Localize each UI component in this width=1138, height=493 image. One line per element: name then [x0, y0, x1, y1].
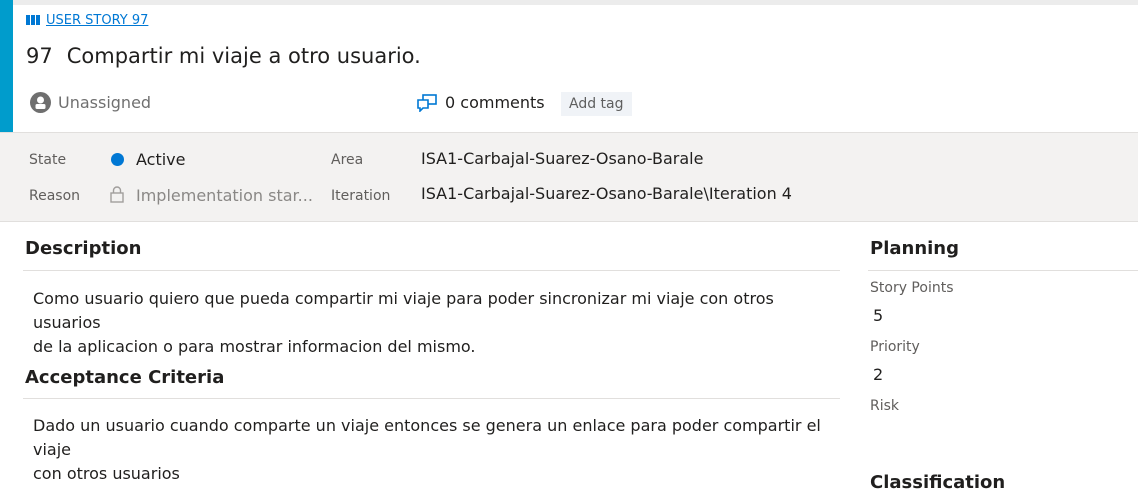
work-item-color-bar — [0, 0, 13, 132]
state-dropdown[interactable]: Active — [136, 150, 186, 169]
assigned-to-field[interactable]: Unassigned — [30, 92, 151, 113]
add-tag-button[interactable]: Add tag — [561, 92, 632, 116]
work-item-type-link[interactable]: USER STORY 97 — [46, 13, 148, 28]
lock-icon — [110, 186, 124, 203]
work-item-type-row: USER STORY 97 — [26, 11, 148, 29]
priority-label: Priority — [870, 339, 920, 355]
acceptance-divider — [23, 398, 840, 399]
story-points-field[interactable]: 5 — [873, 306, 883, 325]
risk-label: Risk — [870, 398, 900, 414]
description-heading: Description — [25, 238, 142, 259]
book-icon — [26, 15, 40, 25]
priority-field[interactable]: 2 — [873, 365, 883, 384]
description-line: Como usuario quiero que pueda compartir … — [33, 289, 774, 332]
user-avatar-icon — [30, 92, 51, 113]
assigned-to-value: Unassigned — [58, 93, 152, 112]
iteration-field[interactable]: ISA1-Carbajal-Suarez-Osano-Barale\Iterat… — [421, 184, 792, 203]
acceptance-line: con otros usuarios — [33, 464, 180, 483]
planning-heading: Planning — [870, 238, 960, 259]
description-field[interactable]: Como usuario quiero que pueda compartir … — [33, 287, 833, 359]
area-field[interactable]: ISA1-Carbajal-Suarez-Osano-Barale — [421, 149, 703, 168]
work-item-title[interactable]: 97 Compartir mi viaje a otro usuario. — [26, 44, 421, 68]
background-window-edge — [13, 0, 1138, 5]
work-item-id: 97 — [26, 44, 53, 68]
area-label: Area — [331, 152, 364, 168]
story-points-label: Story Points — [870, 280, 954, 296]
comments-count: 0 comments — [445, 93, 545, 112]
reason-label: Reason — [29, 188, 81, 204]
risk-field[interactable] — [870, 418, 1110, 442]
acceptance-line: Dado un usuario cuando comparte un viaje… — [33, 416, 821, 459]
work-item-title-text[interactable]: Compartir mi viaje a otro usuario. — [67, 44, 421, 68]
state-label: State — [29, 152, 67, 168]
description-line: de la aplicacion o para mostrar informac… — [33, 337, 476, 356]
comments-link[interactable]: 0 comments — [417, 93, 545, 112]
iteration-label: Iteration — [331, 188, 391, 204]
acceptance-criteria-heading: Acceptance Criteria — [25, 367, 225, 388]
description-divider — [23, 270, 840, 271]
reason-value: Implementation star... — [136, 186, 313, 205]
state-dot-icon — [111, 153, 124, 166]
acceptance-criteria-field[interactable]: Dado un usuario cuando comparte un viaje… — [33, 414, 833, 486]
fields-panel: State Active Reason Implementation star.… — [0, 132, 1138, 222]
planning-divider — [868, 270, 1138, 271]
comment-icon — [417, 93, 437, 112]
